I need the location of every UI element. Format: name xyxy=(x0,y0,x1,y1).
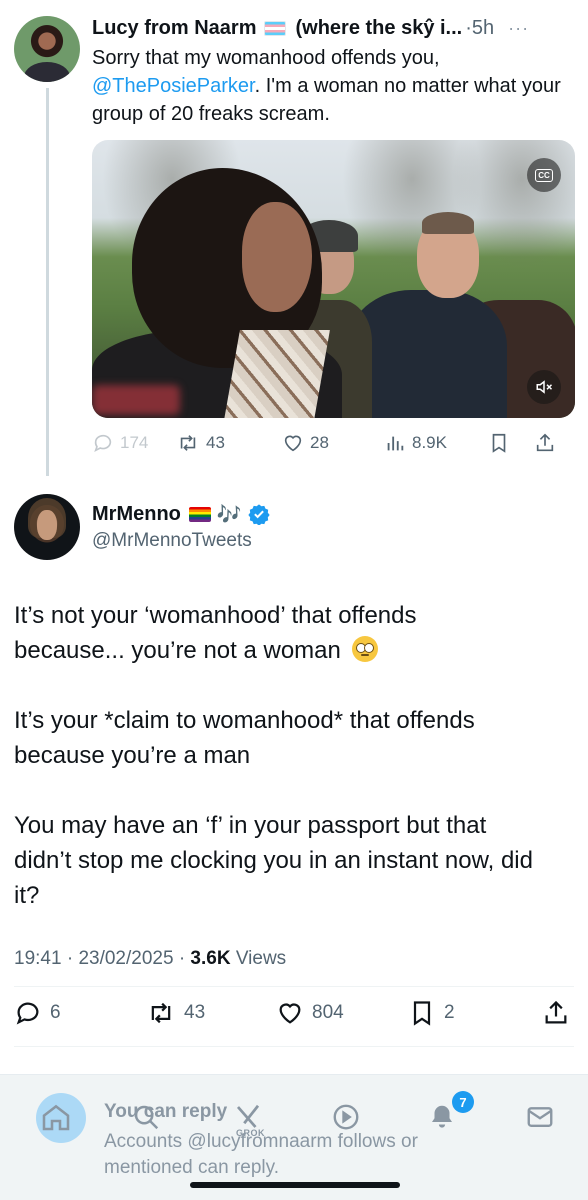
music-notes-emoji: 🎶 xyxy=(216,503,242,526)
heart-icon xyxy=(284,435,302,452)
tweet-header: Lucy from Naarm (where the skŷ i... ·5h … xyxy=(92,14,582,42)
tweet-actions: 174 43 28 8.9K xyxy=(92,430,576,456)
nav-search[interactable] xyxy=(122,1093,170,1141)
views-button[interactable]: 8.9K xyxy=(384,432,488,454)
captions-icon: CC xyxy=(535,168,553,182)
display-name[interactable]: MrMenno xyxy=(92,503,181,526)
captions-button[interactable]: CC xyxy=(527,158,561,192)
transgender-flag-icon xyxy=(263,20,286,36)
divider xyxy=(14,1046,574,1047)
bookmark-icon xyxy=(492,433,506,453)
video-player[interactable]: CC xyxy=(92,140,575,418)
views-icon xyxy=(387,436,404,451)
reply-button[interactable]: 174 xyxy=(92,432,176,454)
share-button[interactable] xyxy=(534,432,556,454)
share-icon xyxy=(536,433,554,452)
bookmark-button[interactable]: 2 xyxy=(408,999,542,1027)
repost-icon xyxy=(180,435,196,451)
share-button[interactable] xyxy=(542,999,570,1027)
views-count: 3.6K xyxy=(190,948,231,969)
tweet-time[interactable]: 19:41 xyxy=(14,948,62,969)
avatar[interactable] xyxy=(14,16,80,82)
tweet-date[interactable]: 23/02/2025 xyxy=(78,948,173,969)
reply-button[interactable]: 6 xyxy=(14,999,146,1027)
home-icon xyxy=(42,1104,70,1131)
search-icon xyxy=(134,1105,159,1130)
grok-label: GROK xyxy=(236,1128,265,1138)
bottom-navigation: 7 xyxy=(0,1091,588,1143)
nav-messages[interactable] xyxy=(516,1093,564,1141)
like-button[interactable]: 28 xyxy=(282,432,384,454)
bookmark-button[interactable] xyxy=(488,432,534,454)
parent-tweet[interactable]: Lucy from Naarm (where the skŷ i... ·5h … xyxy=(0,0,588,476)
avatar[interactable] xyxy=(14,494,80,560)
tweet-text: Sorry that my womanhood offends you, @Th… xyxy=(92,47,561,125)
like-button[interactable]: 804 xyxy=(276,999,408,1027)
share-icon xyxy=(545,1000,567,1024)
mute-button[interactable] xyxy=(527,370,561,404)
tweet-text: It’s not your ‘womanhood’ that offends b… xyxy=(14,602,533,909)
bookmark-icon xyxy=(413,1001,431,1026)
thread-connector xyxy=(46,88,49,476)
verified-badge-icon[interactable] xyxy=(248,503,270,525)
author-row: MrMenno 🎶 xyxy=(92,500,270,528)
tweet-time: ·5h xyxy=(465,16,495,39)
nav-videos[interactable] xyxy=(322,1093,370,1141)
more-options-icon[interactable]: ··· xyxy=(508,18,529,39)
handle[interactable]: @MrMennoTweets xyxy=(92,530,252,552)
heart-icon xyxy=(279,1003,301,1024)
rainbow-flag-icon xyxy=(188,506,211,522)
views-label: Views xyxy=(235,948,287,969)
mention-link[interactable]: @ThePosieParker xyxy=(92,75,255,97)
tweet-metadata: 19:41 · 23/02/2025 · 3.6K Views xyxy=(14,948,287,969)
mail-icon xyxy=(527,1107,553,1127)
speaker-muted-icon xyxy=(536,380,553,394)
play-icon xyxy=(333,1104,359,1130)
repost-icon xyxy=(151,1002,171,1024)
nav-home[interactable] xyxy=(32,1093,80,1141)
divider xyxy=(14,986,574,987)
display-name-suffix[interactable]: (where the skŷ i... xyxy=(296,17,463,40)
tweet-actions: 6 43 804 2 xyxy=(14,996,574,1030)
notifications-badge: 7 xyxy=(452,1091,474,1113)
eye-roll-emoji-icon xyxy=(351,636,378,662)
reply-icon xyxy=(16,1002,39,1025)
display-name[interactable]: Lucy from Naarm xyxy=(92,17,257,40)
home-indicator xyxy=(190,1182,400,1188)
reply-icon xyxy=(94,434,112,452)
repost-button[interactable]: 43 xyxy=(146,999,276,1027)
repost-button[interactable]: 43 xyxy=(176,432,282,454)
